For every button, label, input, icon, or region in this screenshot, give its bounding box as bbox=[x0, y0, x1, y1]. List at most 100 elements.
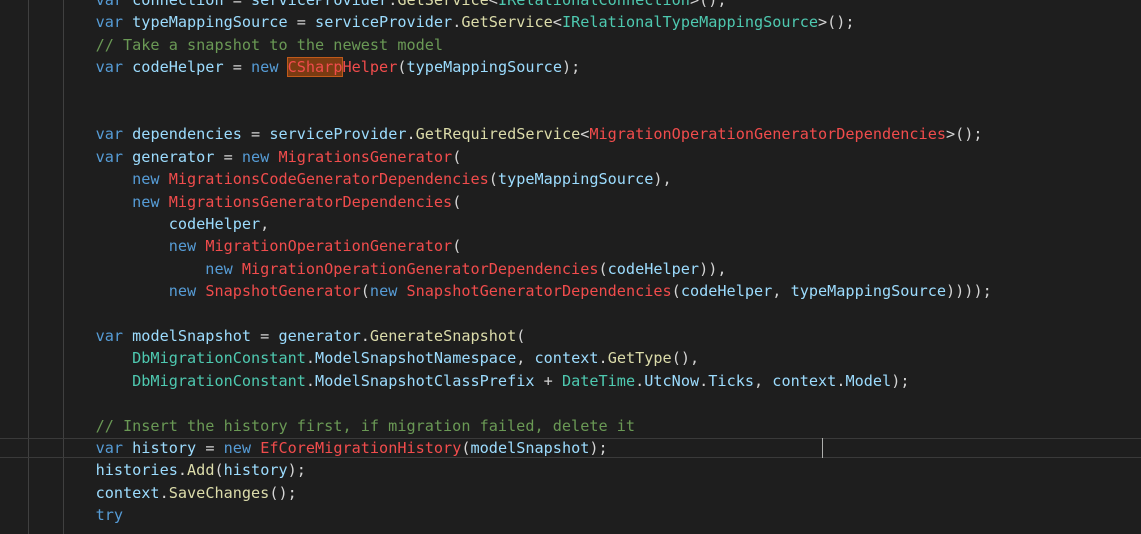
code-token: MigrationsCodeGeneratorDependencies bbox=[168, 170, 489, 189]
code-line[interactable]: DbMigrationConstant.ModelSnapshotNamespa… bbox=[0, 347, 1141, 369]
code-token: >(); bbox=[946, 125, 983, 144]
code-token: // Insert the history first, if migratio… bbox=[59, 416, 636, 435]
code-token: context bbox=[59, 483, 160, 502]
code-token: UtcNow bbox=[644, 371, 700, 390]
code-token: var bbox=[59, 13, 133, 32]
code-token: ( bbox=[516, 327, 526, 345]
code-token: GetService bbox=[461, 13, 553, 32]
code-token: . bbox=[406, 125, 416, 144]
code-token: var bbox=[59, 58, 133, 77]
code-token: new bbox=[59, 170, 169, 189]
code-token: )))); bbox=[946, 282, 992, 301]
code-line[interactable]: new SnapshotGenerator(new SnapshotGenera… bbox=[0, 280, 1141, 302]
code-token: MigrationOperationGeneratorDependencies bbox=[241, 259, 599, 278]
code-token: IRelationalTypeMappingSource bbox=[561, 13, 818, 32]
code-token: ), bbox=[653, 170, 672, 189]
code-line[interactable]: var dependencies = serviceProvider.GetRe… bbox=[0, 123, 1141, 145]
code-token: modelSnapshot bbox=[132, 327, 252, 345]
code-line[interactable]: DbMigrationConstant.ModelSnapshotClassPr… bbox=[0, 370, 1141, 392]
code-token: ( bbox=[452, 237, 462, 256]
code-token: MigrationOperationGeneratorDependencies bbox=[589, 125, 946, 144]
code-token: MigrationsGenerator bbox=[278, 147, 453, 166]
code-token: MigrationOperationGenerator bbox=[205, 237, 453, 256]
code-token: generator bbox=[132, 147, 215, 166]
code-line[interactable] bbox=[0, 79, 1141, 101]
code-token: >(); bbox=[689, 0, 727, 9]
code-token: + bbox=[534, 371, 562, 390]
code-token: ); bbox=[561, 58, 581, 77]
code-token: new bbox=[223, 439, 261, 457]
code-line[interactable]: var generator = new MigrationsGenerator( bbox=[0, 146, 1141, 168]
code-token: typeMappingSource bbox=[790, 282, 947, 301]
code-line[interactable]: var connection = serviceProvider.GetServ… bbox=[0, 0, 1141, 11]
code-line[interactable]: codeHelper, bbox=[0, 213, 1141, 235]
code-token: typeMappingSource bbox=[497, 170, 654, 189]
code-token: SaveChanges bbox=[168, 483, 270, 502]
code-token: ); bbox=[589, 439, 608, 457]
code-token: connection bbox=[132, 0, 224, 9]
code-token: . bbox=[388, 0, 398, 9]
code-line[interactable]: try bbox=[0, 504, 1141, 526]
code-token: serviceProvider bbox=[315, 13, 453, 32]
code-line[interactable]: var codeHelper = new CSharpHelper(typeMa… bbox=[0, 56, 1141, 78]
code-line[interactable]: var history = new EfCoreMigrationHistory… bbox=[0, 437, 1141, 459]
code-token: . bbox=[159, 483, 169, 502]
code-line[interactable] bbox=[0, 392, 1141, 414]
code-token: < bbox=[552, 13, 562, 32]
code-token: < bbox=[488, 0, 498, 9]
code-token: . bbox=[305, 349, 316, 368]
code-token: ModelSnapshotClassPrefix bbox=[315, 371, 535, 390]
code-token: new bbox=[369, 282, 407, 301]
code-line[interactable]: var modelSnapshot = generator.GenerateSn… bbox=[0, 325, 1141, 347]
code-token: modelSnapshot bbox=[470, 439, 590, 457]
code-line[interactable] bbox=[0, 101, 1141, 123]
code-token: Model bbox=[845, 371, 892, 390]
code-token: var bbox=[59, 327, 133, 345]
code-token: = bbox=[287, 13, 316, 32]
code-token: generator bbox=[278, 327, 361, 345]
code-token: GetType bbox=[607, 349, 672, 368]
code-token: var bbox=[59, 125, 133, 144]
code-line[interactable]: new MigrationOperationGenerator( bbox=[0, 235, 1141, 257]
code-token: ( bbox=[488, 170, 498, 189]
code-token: , bbox=[772, 282, 791, 301]
code-token: DbMigrationConstant bbox=[59, 371, 306, 390]
code-line[interactable]: context.SaveChanges(); bbox=[0, 482, 1141, 504]
code-token: (); bbox=[269, 483, 297, 502]
code-line[interactable]: new MigrationsCodeGeneratorDependencies(… bbox=[0, 168, 1141, 190]
code-token: new bbox=[251, 58, 288, 77]
code-token: ( bbox=[671, 282, 681, 301]
code-token: = bbox=[223, 0, 252, 9]
code-token: codeHelper bbox=[680, 282, 773, 301]
code-token: ( bbox=[461, 439, 471, 457]
code-line[interactable]: // Take a snapshot to the newest model bbox=[0, 34, 1141, 56]
code-token: histories bbox=[59, 461, 178, 480]
code-token: = bbox=[214, 147, 242, 166]
code-token: Add bbox=[187, 461, 215, 480]
code-token: . bbox=[598, 349, 608, 368]
code-token: ( bbox=[452, 147, 462, 166]
code-token: history bbox=[223, 461, 288, 480]
code-token: = bbox=[223, 58, 252, 77]
code-line[interactable]: histories.Add(history); bbox=[0, 459, 1141, 481]
code-token: typeMappingSource bbox=[406, 58, 562, 77]
code-token: history bbox=[132, 439, 197, 457]
code-token: context bbox=[534, 349, 599, 368]
code-token: . bbox=[177, 461, 188, 480]
code-token: serviceProvider bbox=[251, 0, 389, 9]
code-line[interactable]: new MigrationsGeneratorDependencies( bbox=[0, 191, 1141, 213]
code-line[interactable]: // Insert the history first, if migratio… bbox=[0, 415, 1141, 437]
code-token: . bbox=[305, 371, 316, 390]
code-token: SnapshotGenerator bbox=[205, 282, 361, 301]
code-line[interactable] bbox=[0, 303, 1141, 325]
code-token: new bbox=[59, 259, 242, 278]
code-token: ); bbox=[891, 371, 910, 390]
code-token: IRelationalConnection bbox=[497, 0, 690, 9]
code-line[interactable]: var typeMappingSource = serviceProvider.… bbox=[0, 11, 1141, 33]
code-token: new bbox=[241, 147, 279, 166]
code-token: var bbox=[59, 0, 133, 9]
code-editor[interactable]: var connection = serviceProvider. GetServ… bbox=[0, 0, 1141, 534]
code-token: serviceProvider bbox=[269, 125, 407, 144]
code-token: new bbox=[59, 282, 206, 301]
code-line[interactable]: new MigrationOperationGeneratorDependenc… bbox=[0, 258, 1141, 280]
